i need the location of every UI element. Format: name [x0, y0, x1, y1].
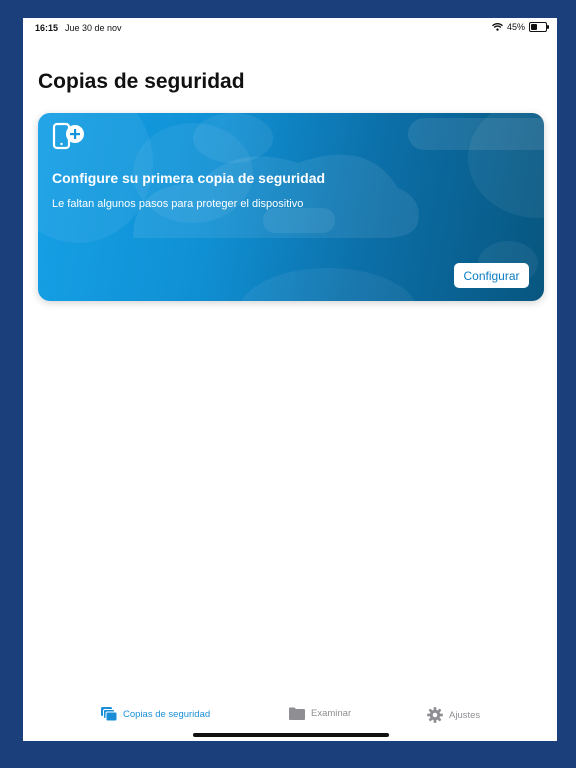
- card-title: Configure su primera copia de seguridad: [52, 170, 326, 186]
- battery-icon: [529, 22, 549, 32]
- phone-add-icon: [52, 122, 86, 157]
- tab-settings-label: Ajustes: [449, 709, 481, 721]
- status-date: Jue 30 de nov: [65, 23, 122, 33]
- copies-icon: [100, 706, 118, 723]
- app-screen: 16:15 Jue 30 de nov 45% Copias de seguri…: [23, 18, 557, 741]
- tab-bar: Copias de seguridad Examinar Ajustes: [23, 698, 557, 738]
- page-title: Copias de seguridad: [38, 70, 245, 93]
- battery-level: [531, 24, 538, 30]
- status-indicators: 45%: [492, 22, 549, 32]
- folder-icon: [288, 706, 306, 721]
- tab-browse-label: Examinar: [311, 708, 352, 719]
- tab-backups[interactable]: Copias de seguridad: [100, 706, 210, 723]
- tab-browse[interactable]: Examinar: [288, 706, 351, 721]
- status-time: 16:15: [35, 23, 59, 33]
- home-indicator: [193, 733, 389, 737]
- status-bar: 16:15 Jue 30 de nov 45%: [23, 18, 557, 38]
- gear-icon: [426, 706, 444, 724]
- tab-settings[interactable]: Ajustes: [426, 706, 480, 724]
- setup-backup-card: Configure su primera copia de seguridad …: [38, 113, 544, 301]
- wifi-icon: [492, 23, 503, 31]
- card-subtitle: Le faltan algunos pasos para proteger el…: [52, 198, 304, 210]
- tab-backups-label: Copias de seguridad: [123, 709, 211, 720]
- battery-percent: 45%: [506, 22, 525, 32]
- configure-button[interactable]: Configurar: [454, 263, 529, 288]
